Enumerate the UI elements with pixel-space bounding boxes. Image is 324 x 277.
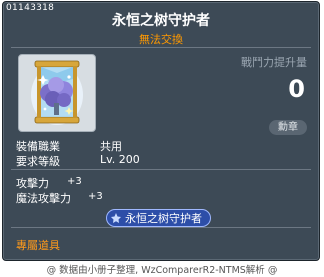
item-tooltip: 01143318 永恒之树守护者 無法交換 戰鬥力提升量 0 勳章 裝備職業 共… xyxy=(2,1,320,261)
job-value: 共用 xyxy=(100,140,122,153)
attack-label: 攻擊力 xyxy=(16,177,49,190)
set-badge[interactable]: 永恒之树守护者 xyxy=(106,209,211,227)
magic-attack-label: 魔法攻擊力 xyxy=(16,192,71,205)
divider xyxy=(11,47,311,48)
footer-credit: @ 数据由小册子整理, WzComparerR2-NTMS解析 @ xyxy=(46,265,278,276)
attack-value: +3 xyxy=(67,176,82,187)
exclusive-item-label: 專屬道具 xyxy=(16,239,60,252)
item-icon-frame xyxy=(18,54,96,132)
trade-restriction: 無法交換 xyxy=(139,33,183,46)
divider xyxy=(11,227,311,228)
job-label: 裝備職業 xyxy=(16,140,60,153)
divider xyxy=(11,169,311,170)
set-item-icon xyxy=(111,213,121,223)
level-label: 要求等級 xyxy=(16,155,60,168)
item-name: 永恒之树守护者 xyxy=(112,13,210,29)
level-value: Lv. 200 xyxy=(100,153,140,166)
medal-button[interactable]: 勳章 xyxy=(269,120,307,135)
set-badge-label: 永恒之树守护者 xyxy=(125,212,202,225)
power-increase-label: 戰鬥力提升量 xyxy=(241,56,307,69)
power-increase-value: 0 xyxy=(288,75,305,103)
spectral-tree-emblem-icon xyxy=(31,60,83,125)
magic-attack-value: +3 xyxy=(88,191,103,202)
